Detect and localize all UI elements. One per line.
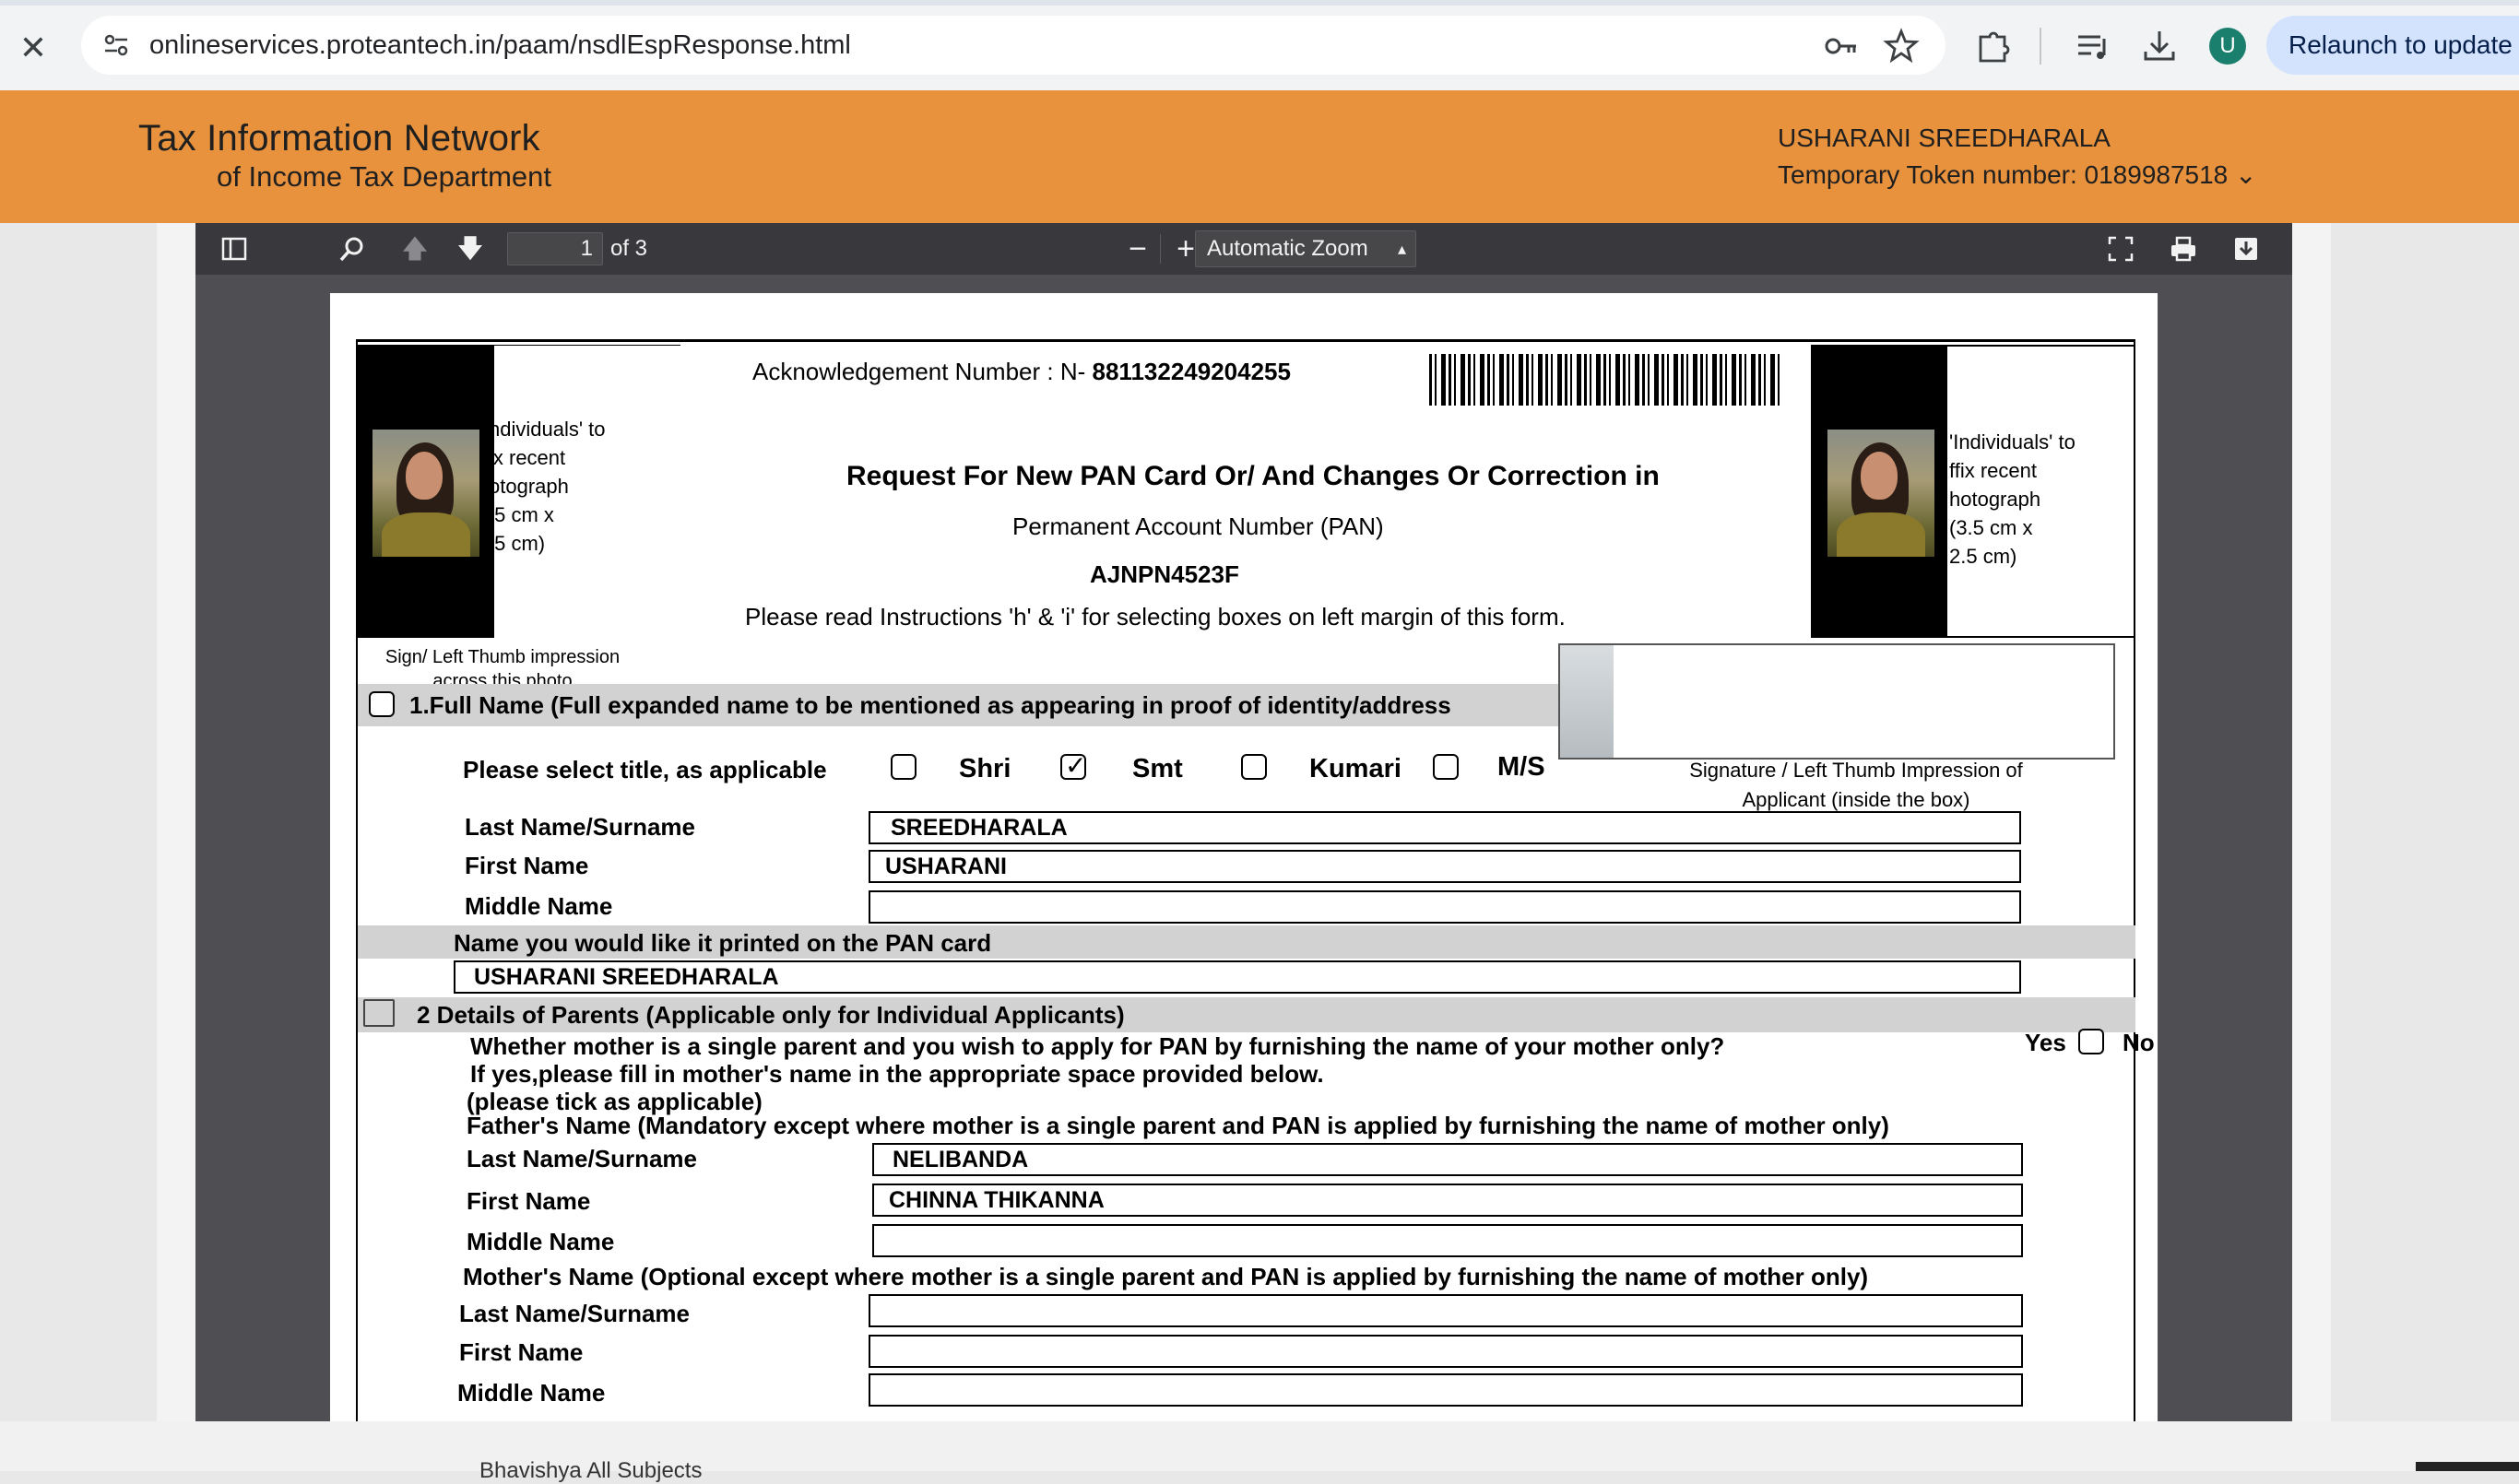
father-middle-name-field xyxy=(872,1224,2023,1257)
sidebar-toggle-icon[interactable] xyxy=(216,230,253,267)
tab-strip xyxy=(0,0,2519,6)
pan-number: AJNPN4523F xyxy=(1090,560,1239,588)
signature-box xyxy=(1558,643,2115,760)
mother-last-name-field xyxy=(869,1294,2023,1327)
previous-page-icon[interactable]: 🡅 xyxy=(396,230,433,267)
father-middle-name-label: Middle Name xyxy=(467,1228,615,1255)
pdf-viewer: 🡅 🡇 1 of 3 − + Automatic Zoom ▴ ndividua… xyxy=(195,223,2292,1421)
acknowledgement-number: Acknowledgement Number : N- 881132249204… xyxy=(752,358,1291,385)
search-icon[interactable] xyxy=(334,230,371,267)
applicant-photo-right xyxy=(1827,430,1934,557)
single-parent-question: Whether mother is a single parent and yo… xyxy=(470,1032,1725,1060)
address-bar[interactable]: onlineservices.proteantech.in/paam/nsdlE… xyxy=(81,16,1945,75)
profile-avatar[interactable]: U xyxy=(2209,28,2246,65)
download-icon[interactable] xyxy=(2139,26,2180,66)
applicant-middle-name-label: Middle Name xyxy=(465,892,613,920)
mother-middle-name-label: Middle Name xyxy=(457,1379,606,1407)
next-page-icon[interactable]: 🡇 xyxy=(452,230,489,267)
signature-caption: Signature / Left Thumb Impression of App… xyxy=(1689,759,2023,811)
mother-first-name-label: First Name xyxy=(459,1338,584,1366)
bottom-dark-block xyxy=(2416,1462,2519,1471)
father-last-name-label: Last Name/Surname xyxy=(467,1145,697,1172)
photo-instructions-right: 'Individuals' to ffix recent hotograph (… xyxy=(1949,430,2076,568)
title-option-ms: M/S xyxy=(1497,752,1545,782)
pdf-toolbar: 🡅 🡇 1 of 3 − + Automatic Zoom ▴ xyxy=(195,223,2292,275)
single-parent-note1: If yes,please fill in mother's name in t… xyxy=(470,1060,1324,1088)
token-dropdown[interactable]: Temporary Token number: 0189987518 ⌄ xyxy=(1778,159,2257,190)
section1-checkbox[interactable] xyxy=(369,691,395,717)
page-number-input[interactable]: 1 xyxy=(507,232,603,265)
zoom-select[interactable]: Automatic Zoom ▴ xyxy=(1195,230,1416,267)
title-prompt: Please select title, as applicable xyxy=(463,756,827,783)
father-heading: Father's Name (Mandatory except where mo… xyxy=(467,1112,1889,1139)
zoom-out-icon[interactable]: − xyxy=(1119,230,1156,267)
site-header: Tax Information Network of Income Tax De… xyxy=(0,90,2519,223)
print-name-label: Name you would like it printed on the PA… xyxy=(454,929,992,957)
single-parent-yes-checkbox[interactable] xyxy=(2078,1029,2104,1054)
applicant-first-name-label: First Name xyxy=(465,852,589,879)
father-last-name-field: NELIBANDA xyxy=(872,1143,2023,1176)
form-instructions: Please read Instructions 'h' & 'i' for s… xyxy=(745,603,1566,630)
page-count: of 3 xyxy=(610,236,648,261)
logo-subtitle: of Income Tax Department xyxy=(217,160,551,193)
select-arrows-icon: ▴ xyxy=(1397,240,1406,258)
section1-label: 1.Full Name (Full expanded name to be me… xyxy=(409,691,1451,719)
title-option-shri: Shri xyxy=(959,754,1011,783)
title-checkbox-ms[interactable] xyxy=(1433,754,1459,780)
logo-title: Tax Information Network xyxy=(138,118,540,159)
presentation-mode-icon[interactable] xyxy=(2102,230,2139,267)
no-label: No xyxy=(2123,1029,2155,1056)
mother-heading: Mother's Name (Optional except where mot… xyxy=(463,1263,1869,1290)
mother-first-name-field xyxy=(869,1335,2023,1368)
father-first-name-field: CHINNA THIKANNA xyxy=(872,1184,2023,1217)
applicant-first-name-field: USHARANI xyxy=(869,850,2021,883)
barcode xyxy=(1429,354,1780,406)
close-icon[interactable]: ✕ xyxy=(13,28,53,68)
applicant-middle-name-field xyxy=(869,890,2021,924)
applicant-photo-left xyxy=(373,430,479,557)
applicant-last-name-field: SREEDHARALA xyxy=(869,811,2021,844)
bottom-partial-text: Bhavishya All Subjects xyxy=(479,1458,703,1483)
zoom-separator xyxy=(1160,234,1161,264)
form-title: Request For New PAN Card Or/ And Changes… xyxy=(846,461,1660,491)
bottom-strip: Bhavishya All Subjects xyxy=(0,1421,2519,1483)
zoom-value: Automatic Zoom xyxy=(1207,236,1368,261)
yes-label: Yes xyxy=(2025,1029,2066,1056)
mother-middle-name-field xyxy=(869,1373,2023,1407)
section2-checkbox[interactable] xyxy=(363,999,395,1027)
relaunch-button[interactable]: Relaunch to update xyxy=(2266,16,2519,75)
title-checkbox-smt[interactable] xyxy=(1060,750,1086,781)
title-option-kumari: Kumari xyxy=(1309,754,1401,783)
browser-toolbar: ✕ onlineservices.proteantech.in/paam/nsd… xyxy=(0,0,2519,90)
print-name-field: USHARANI SREEDHARALA xyxy=(454,960,2021,994)
photo-instructions-left: ndividuals' to ix recent otograph .5 cm … xyxy=(489,418,606,555)
key-icon[interactable] xyxy=(1823,26,1863,66)
pdf-page: ndividuals' to ix recent otograph .5 cm … xyxy=(330,293,2158,1421)
url-text[interactable]: onlineservices.proteantech.in/paam/nsdlE… xyxy=(149,29,851,62)
signature-image xyxy=(1560,645,1614,758)
form-subtitle: Permanent Account Number (PAN) xyxy=(1012,512,1384,540)
title-option-smt: Smt xyxy=(1132,754,1183,783)
bookmark-star-icon[interactable] xyxy=(1883,26,1923,66)
save-download-icon[interactable] xyxy=(2228,230,2265,267)
toolbar-separator xyxy=(2040,28,2041,65)
mother-last-name-label: Last Name/Surname xyxy=(459,1300,690,1327)
father-first-name-label: First Name xyxy=(467,1187,591,1215)
title-checkbox-kumari[interactable] xyxy=(1241,754,1267,780)
user-name: USHARANI SREEDHARALA xyxy=(1778,124,2111,152)
section2-label: 2 Details of Parents (Applicable only fo… xyxy=(417,1001,1125,1029)
title-checkbox-shri[interactable] xyxy=(891,754,917,780)
reading-list-icon[interactable] xyxy=(2073,26,2113,66)
site-info-icon[interactable] xyxy=(100,29,133,62)
extensions-icon[interactable] xyxy=(1973,26,2014,66)
applicant-last-name-label: Last Name/Surname xyxy=(465,813,695,841)
print-icon[interactable] xyxy=(2165,230,2202,267)
